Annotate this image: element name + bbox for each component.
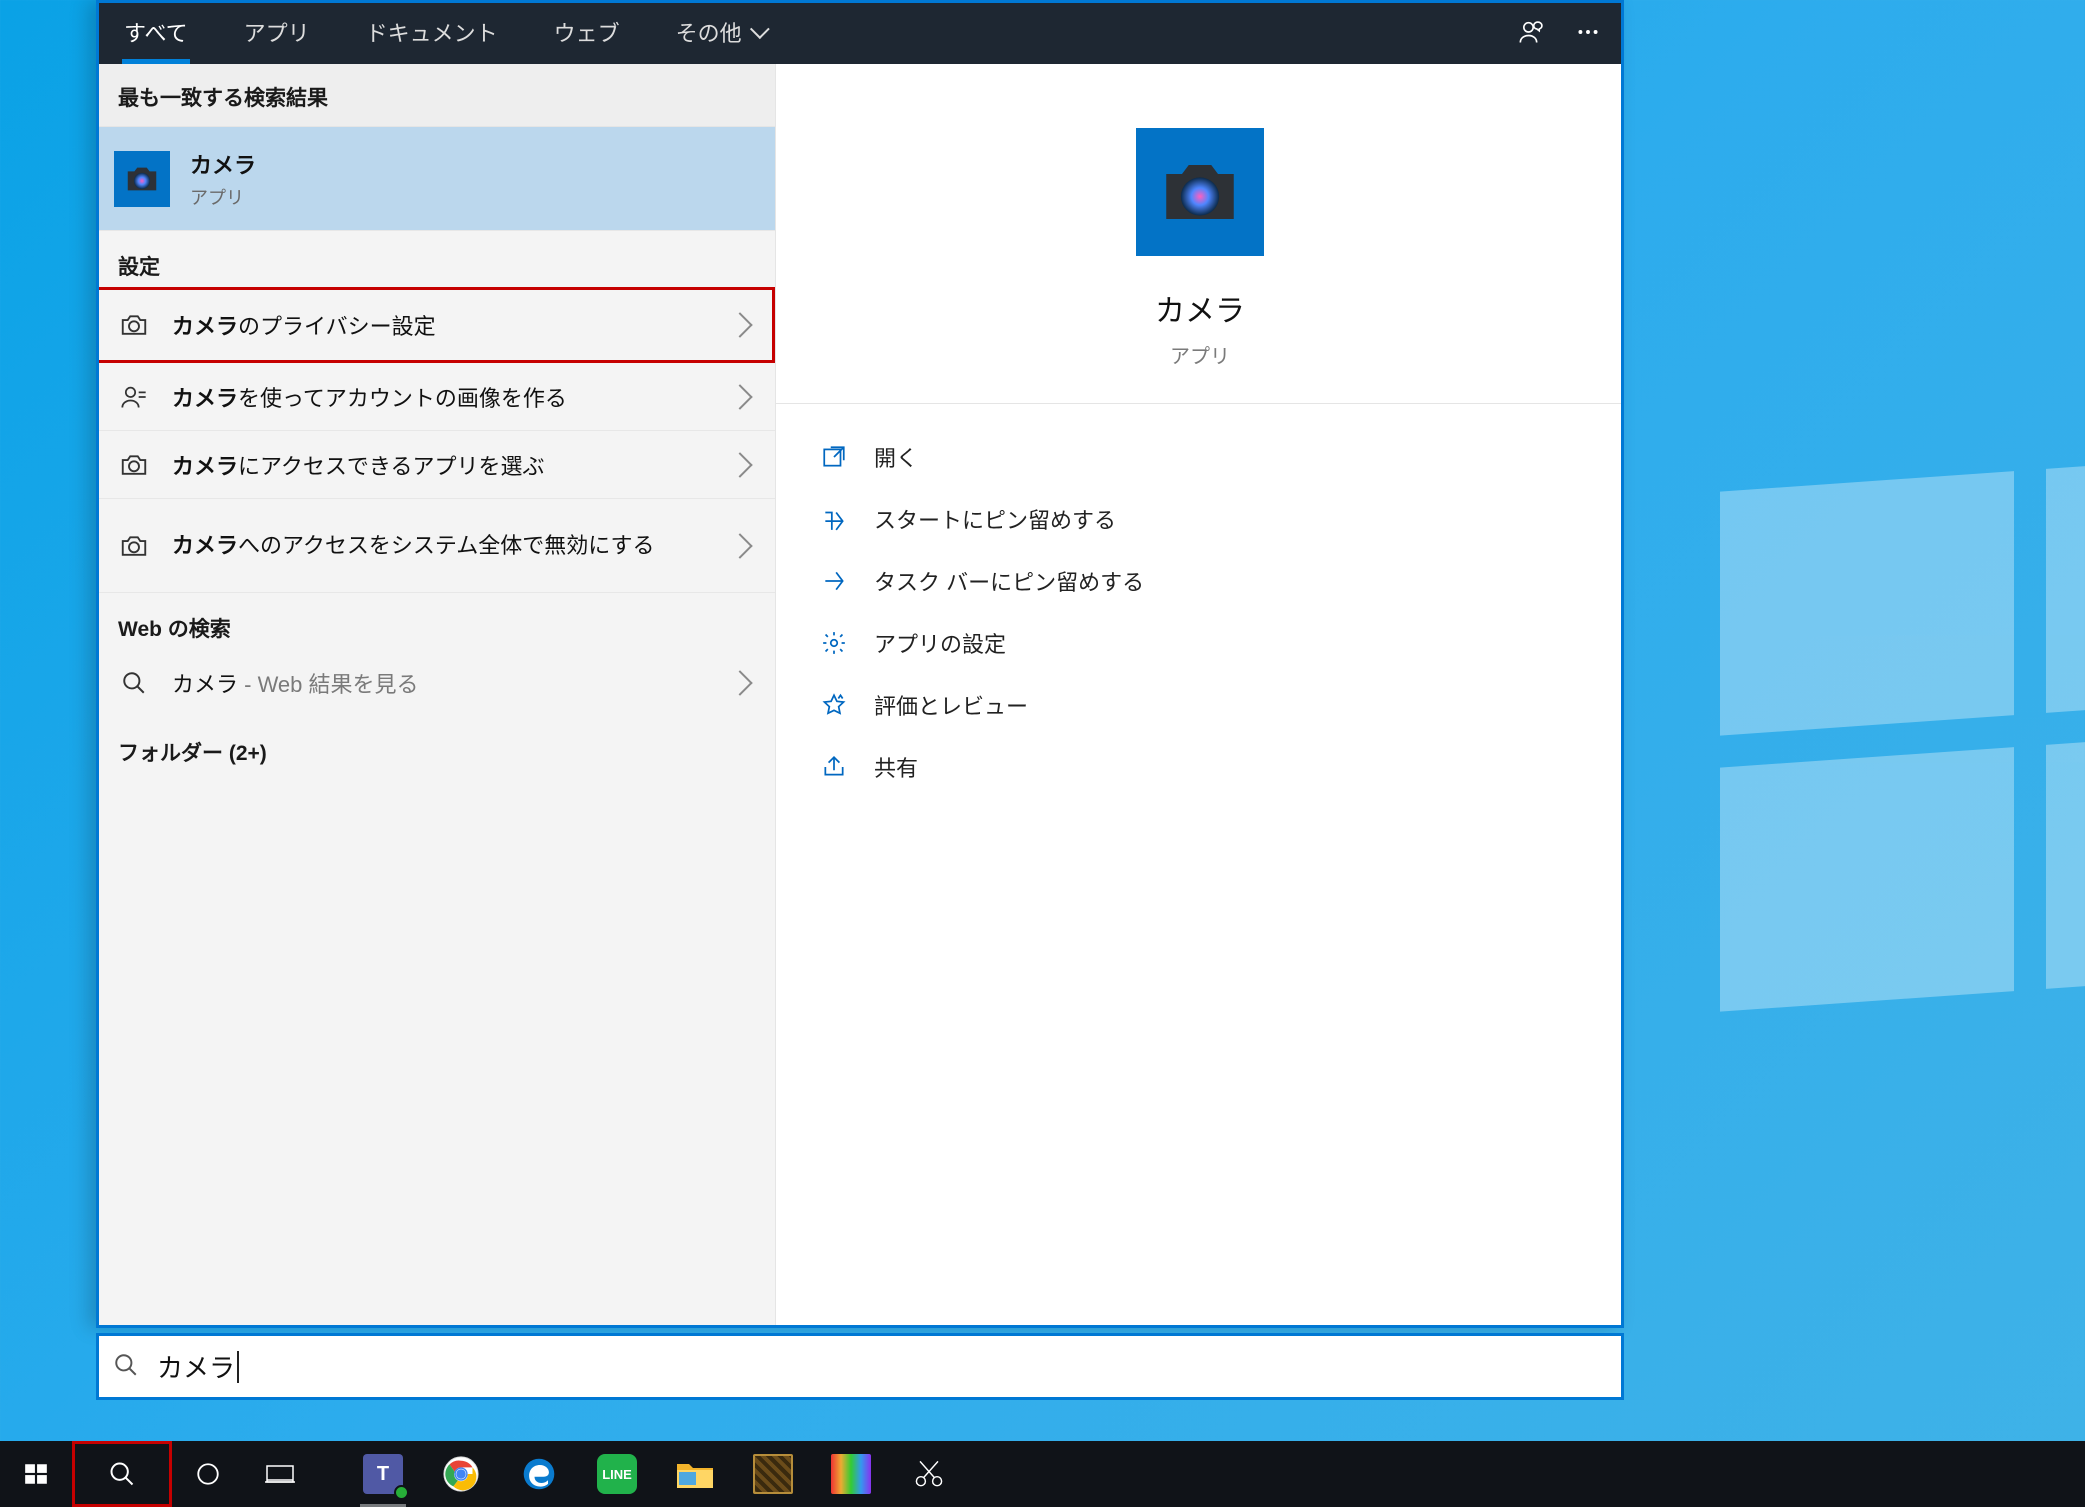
settings-item-camera-privacy[interactable]: カメラのプライバシー設定 bbox=[96, 287, 775, 363]
settings-item-camera-access-apps[interactable]: カメラにアクセスできるアプリを選ぶ bbox=[96, 431, 775, 499]
preview-title: カメラ bbox=[1155, 286, 1245, 330]
chevron-down-icon bbox=[750, 19, 770, 39]
tab-all-label: すべて bbox=[124, 16, 188, 48]
taskbar-app-unknown-dark[interactable] bbox=[736, 1441, 810, 1507]
taskbar-app-edge[interactable] bbox=[502, 1441, 576, 1507]
tab-all[interactable]: すべて bbox=[96, 0, 216, 64]
taskbar-search-button[interactable] bbox=[72, 1441, 172, 1507]
camera-icon bbox=[114, 450, 154, 480]
presence-badge-icon bbox=[394, 1485, 409, 1500]
tab-more[interactable]: その他 bbox=[648, 0, 792, 64]
taskbar-app-unknown-rainbow[interactable] bbox=[814, 1441, 888, 1507]
best-match-subtitle: アプリ bbox=[190, 184, 757, 210]
chevron-right-icon bbox=[727, 670, 752, 695]
folder-header[interactable]: フォルダー (2+) bbox=[96, 717, 775, 773]
settings-item-camera-disable-system[interactable]: カメラへのアクセスをシステム全体で無効にする bbox=[96, 499, 775, 593]
action-open-label: 開く bbox=[874, 441, 918, 473]
settings-item-0-bold: カメラ bbox=[172, 314, 238, 339]
search-panel-header: すべて アプリ ドキュメント ウェブ その他 bbox=[96, 0, 1624, 64]
search-results-panel: すべて アプリ ドキュメント ウェブ その他 最も一致する検索結果 bbox=[96, 0, 1624, 1328]
more-options-icon[interactable] bbox=[1564, 8, 1612, 56]
best-match-result[interactable]: カメラ アプリ bbox=[96, 127, 775, 231]
cortana-button[interactable] bbox=[172, 1441, 244, 1507]
best-match-header: 最も一致する検索結果 bbox=[96, 64, 775, 127]
action-app-settings-label: アプリの設定 bbox=[874, 627, 1006, 659]
tab-documents-label: ドキュメント bbox=[366, 16, 498, 48]
open-icon bbox=[812, 444, 856, 470]
settings-item-2-bold: カメラ bbox=[172, 454, 238, 479]
start-button[interactable] bbox=[0, 1441, 72, 1507]
camera-icon bbox=[114, 531, 154, 561]
web-search-item[interactable]: カメラ - Web 結果を見る bbox=[96, 649, 775, 717]
results-column: 最も一致する検索結果 カメラ アプリ 設定 bbox=[96, 64, 776, 1328]
wallpaper-windows-logo bbox=[1720, 448, 2085, 1011]
tab-more-label: その他 bbox=[676, 16, 742, 48]
camera-icon bbox=[114, 310, 154, 340]
preview-app-tile-icon bbox=[1136, 128, 1264, 256]
text-cursor bbox=[237, 1351, 239, 1383]
pin-taskbar-icon bbox=[812, 568, 856, 594]
settings-item-3-bold: カメラ bbox=[172, 533, 238, 558]
taskbar-app-line[interactable]: LINE bbox=[580, 1441, 654, 1507]
web-item-suffix: - Web 結果を見る bbox=[238, 672, 419, 697]
search-icon bbox=[114, 670, 154, 696]
tab-apps[interactable]: アプリ bbox=[216, 0, 338, 64]
preview-hero: カメラ アプリ bbox=[776, 64, 1624, 404]
web-search-header: Web の検索 bbox=[96, 593, 775, 649]
preview-actions: 開く スタートにピン留めする タスク バーにピン留めする bbox=[776, 404, 1624, 820]
chevron-right-icon bbox=[727, 384, 752, 409]
search-input-value: カメラ bbox=[157, 1348, 239, 1385]
settings-item-1-rest: を使ってアカウントの画像を作る bbox=[238, 386, 567, 411]
task-view-button[interactable] bbox=[244, 1441, 316, 1507]
action-open[interactable]: 開く bbox=[812, 426, 1588, 488]
star-icon bbox=[812, 692, 856, 718]
action-share[interactable]: 共有 bbox=[812, 736, 1588, 798]
preview-column: カメラ アプリ 開く スタートにピン留めする bbox=[776, 64, 1624, 1328]
taskbar-app-chrome[interactable] bbox=[424, 1441, 498, 1507]
settings-gear-icon bbox=[812, 630, 856, 656]
tab-web-label: ウェブ bbox=[554, 16, 620, 48]
action-share-label: 共有 bbox=[874, 751, 918, 783]
web-item-title: カメラ bbox=[172, 672, 238, 697]
settings-item-1-bold: カメラ bbox=[172, 386, 238, 411]
action-rate-label: 評価とレビュー bbox=[874, 689, 1028, 721]
user-icon bbox=[114, 383, 154, 411]
tab-apps-label: アプリ bbox=[244, 16, 310, 48]
action-pin-taskbar-label: タスク バーにピン留めする bbox=[874, 565, 1144, 597]
settings-header: 設定 bbox=[96, 231, 775, 287]
settings-item-account-picture[interactable]: カメラを使ってアカウントの画像を作る bbox=[96, 363, 775, 431]
feedback-icon[interactable] bbox=[1508, 8, 1556, 56]
settings-item-2-rest: にアクセスできるアプリを選ぶ bbox=[238, 454, 544, 479]
taskbar-pinned-apps: T LINE bbox=[346, 1441, 966, 1507]
chevron-right-icon bbox=[727, 312, 752, 337]
settings-item-0-rest: のプライバシー設定 bbox=[238, 314, 436, 339]
settings-item-3-rest: へのアクセスをシステム全体で無効にする bbox=[238, 533, 654, 558]
action-rate-review[interactable]: 評価とレビュー bbox=[812, 674, 1588, 736]
action-pin-start[interactable]: スタートにピン留めする bbox=[812, 488, 1588, 550]
action-app-settings[interactable]: アプリの設定 bbox=[812, 612, 1588, 674]
search-filter-tabs: すべて アプリ ドキュメント ウェブ その他 bbox=[96, 0, 792, 64]
preview-subtitle: アプリ bbox=[1170, 340, 1230, 369]
search-icon bbox=[113, 1352, 143, 1382]
best-match-title: カメラ bbox=[190, 153, 256, 178]
taskbar-app-snip-sketch[interactable] bbox=[892, 1441, 966, 1507]
tab-documents[interactable]: ドキュメント bbox=[338, 0, 526, 64]
action-pin-taskbar[interactable]: タスク バーにピン留めする bbox=[812, 550, 1588, 612]
search-panel-body: 最も一致する検索結果 カメラ アプリ 設定 bbox=[96, 64, 1624, 1328]
taskbar-app-file-explorer[interactable] bbox=[658, 1441, 732, 1507]
chevron-right-icon bbox=[727, 452, 752, 477]
tab-web[interactable]: ウェブ bbox=[526, 0, 648, 64]
camera-app-tile-icon bbox=[114, 151, 170, 207]
pin-start-icon bbox=[812, 506, 856, 532]
taskbar: T LINE bbox=[0, 1441, 2085, 1507]
action-pin-start-label: スタートにピン留めする bbox=[874, 503, 1116, 535]
share-icon bbox=[812, 754, 856, 780]
search-input[interactable]: カメラ bbox=[96, 1333, 1624, 1400]
taskbar-app-teams[interactable]: T bbox=[346, 1441, 420, 1507]
chevron-right-icon bbox=[727, 533, 752, 558]
